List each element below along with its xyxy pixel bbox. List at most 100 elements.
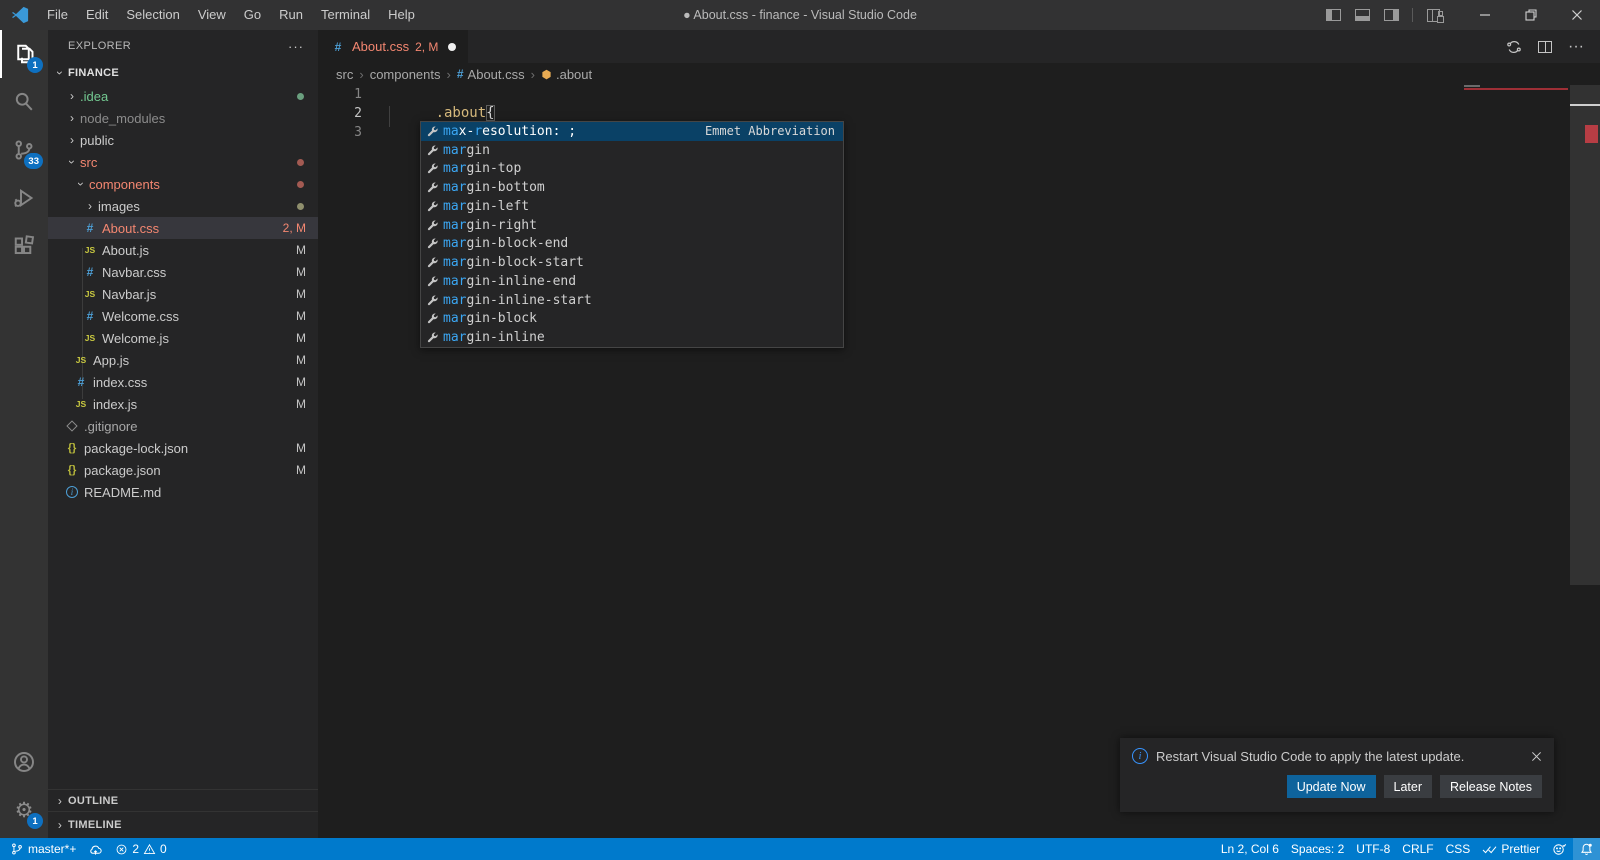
tree-file-readme.md[interactable]: iREADME.md <box>48 481 318 503</box>
feedback-smiley-icon <box>1552 842 1567 857</box>
split-editor-icon[interactable] <box>1538 41 1552 53</box>
toggle-sidebar-icon[interactable] <box>1326 9 1341 21</box>
scrollbar-overview-ruler[interactable] <box>1570 85 1600 585</box>
extensions-view-icon[interactable] <box>0 222 48 270</box>
tree-file-index.js[interactable]: JSindex.jsM <box>48 393 318 415</box>
account-icon[interactable] <box>0 738 48 786</box>
eol-item[interactable]: CRLF <box>1396 838 1439 860</box>
menu-file[interactable]: File <box>38 7 77 22</box>
file-label: public <box>80 133 114 148</box>
breadcrumb-components[interactable]: components <box>370 67 441 82</box>
tree-file-package.json[interactable]: {}package.jsonM <box>48 459 318 481</box>
tree-file-app.js[interactable]: JSApp.jsM <box>48 349 318 371</box>
release-notes-button[interactable]: Release Notes <box>1440 775 1542 798</box>
titlebar-separator <box>1412 8 1413 22</box>
unsaved-dot-icon[interactable] <box>448 43 456 51</box>
tree-file-navbar.css[interactable]: #Navbar.cssM <box>48 261 318 283</box>
toggle-panel-icon[interactable] <box>1355 9 1370 21</box>
suggest-item-margin-left[interactable]: margin-left <box>421 197 843 216</box>
suggest-item-margin-bottom[interactable]: margin-bottom <box>421 178 843 197</box>
indentation-item[interactable]: Spaces: 2 <box>1285 838 1350 860</box>
tree-folder-images[interactable]: ›images <box>48 195 318 217</box>
file-label: index.js <box>93 397 137 412</box>
suggest-item-margin[interactable]: margin <box>421 141 843 160</box>
menu-run[interactable]: Run <box>270 7 312 22</box>
menu-selection[interactable]: Selection <box>117 7 188 22</box>
tree-folder-.idea[interactable]: ›.idea <box>48 85 318 107</box>
file-label: package.json <box>84 463 161 478</box>
suggest-item-margin-inline-start[interactable]: margin-inline-start <box>421 291 843 310</box>
open-changes-icon[interactable] <box>1506 39 1522 55</box>
tree-file-index.css[interactable]: #index.cssM <box>48 371 318 393</box>
breadcrumb-file[interactable]: # About.css <box>457 67 525 82</box>
git-status-badge: M <box>296 375 306 389</box>
encoding-item[interactable]: UTF-8 <box>1350 838 1396 860</box>
suggest-item-margin-inline[interactable]: margin-inline <box>421 328 843 347</box>
tree-file-.gitignore[interactable]: .gitignore <box>48 415 318 437</box>
json-file-icon: {} <box>64 442 80 454</box>
suggest-item-margin-block-end[interactable]: margin-block-end <box>421 235 843 254</box>
language-mode-item[interactable]: CSS <box>1440 838 1477 860</box>
suggest-item-margin-top[interactable]: margin-top <box>421 160 843 179</box>
chevron-right-icon: › <box>64 133 80 147</box>
tab-about-css[interactable]: # About.css 2, M <box>318 30 468 63</box>
tree-file-welcome.css[interactable]: #Welcome.cssM <box>48 305 318 327</box>
explorer-badge: 1 <box>27 57 43 73</box>
run-debug-view-icon[interactable] <box>0 174 48 222</box>
source-control-view-icon[interactable]: 33 <box>0 126 48 174</box>
activity-bar: 1 33 ⚙ 1 <box>0 30 48 838</box>
property-wrench-icon <box>424 275 440 288</box>
breadcrumb-symbol[interactable]: .about <box>541 67 592 82</box>
menu-go[interactable]: Go <box>235 7 270 22</box>
git-branch-item[interactable]: master*+ <box>0 838 82 860</box>
problems-item[interactable]: 2 0 <box>109 838 172 860</box>
explorer-view-icon[interactable]: 1 <box>0 30 48 78</box>
menu-help[interactable]: Help <box>379 7 424 22</box>
notifications-bell-item[interactable] <box>1573 838 1600 860</box>
workspace-folder-row[interactable]: › FINANCE <box>48 62 318 84</box>
suggest-item-max-resolution[interactable]: max-resolution: ;Emmet Abbreviation <box>421 122 843 141</box>
property-wrench-icon <box>424 256 440 269</box>
tree-folder-node_modules[interactable]: ›node_modules <box>48 107 318 129</box>
suggest-item-margin-block-start[interactable]: margin-block-start <box>421 253 843 272</box>
suggest-item-margin-right[interactable]: margin-right <box>421 216 843 235</box>
restore-button[interactable] <box>1508 0 1554 30</box>
customize-layout-icon[interactable] <box>1427 9 1440 22</box>
breadcrumb-src[interactable]: src <box>336 67 353 82</box>
close-notification-icon[interactable] <box>1531 751 1542 762</box>
tree-folder-components[interactable]: ›components <box>48 173 318 195</box>
tree-file-package-lock.json[interactable]: {}package-lock.jsonM <box>48 437 318 459</box>
menu-terminal[interactable]: Terminal <box>312 7 379 22</box>
menu-view[interactable]: View <box>189 7 235 22</box>
code-line-1[interactable]: 1.about{ <box>318 85 1600 104</box>
cursor-position-item[interactable]: Ln 2, Col 6 <box>1215 838 1285 860</box>
file-label: About.css <box>102 221 159 236</box>
run-debug-icon <box>12 186 36 210</box>
update-now-button[interactable]: Update Now <box>1287 775 1376 798</box>
suggest-item-margin-block[interactable]: margin-block <box>421 310 843 329</box>
feedback-item[interactable] <box>1546 838 1573 860</box>
tree-folder-src[interactable]: ›src <box>48 151 318 173</box>
tree-file-about.js[interactable]: JSAbout.jsM <box>48 239 318 261</box>
menu-edit[interactable]: Edit <box>77 7 117 22</box>
timeline-panel-header[interactable]: › TIMELINE <box>48 811 318 838</box>
workspace-name: FINANCE <box>68 67 119 79</box>
toggle-secondary-sidebar-icon[interactable] <box>1384 9 1399 21</box>
tree-file-welcome.js[interactable]: JSWelcome.jsM <box>48 327 318 349</box>
tree-file-navbar.js[interactable]: JSNavbar.jsM <box>48 283 318 305</box>
minimize-button[interactable] <box>1462 0 1508 30</box>
editor-more-actions-icon[interactable]: ··· <box>1568 38 1584 56</box>
suggest-item-margin-inline-end[interactable]: margin-inline-end <box>421 272 843 291</box>
later-button[interactable]: Later <box>1384 775 1433 798</box>
sync-changes-item[interactable] <box>82 838 109 860</box>
search-view-icon[interactable] <box>0 78 48 126</box>
formatter-item[interactable]: Prettier <box>1476 838 1546 860</box>
tree-folder-public[interactable]: ›public <box>48 129 318 151</box>
explorer-more-actions-icon[interactable]: ··· <box>288 39 304 54</box>
outline-panel-header[interactable]: › OUTLINE <box>48 789 318 811</box>
tree-file-about.css[interactable]: #About.css2, M <box>48 217 318 239</box>
minimap[interactable] <box>1462 85 1568 125</box>
close-window-button[interactable] <box>1554 0 1600 30</box>
settings-gear-icon[interactable]: ⚙ 1 <box>0 786 48 834</box>
git-file-icon <box>64 422 80 430</box>
